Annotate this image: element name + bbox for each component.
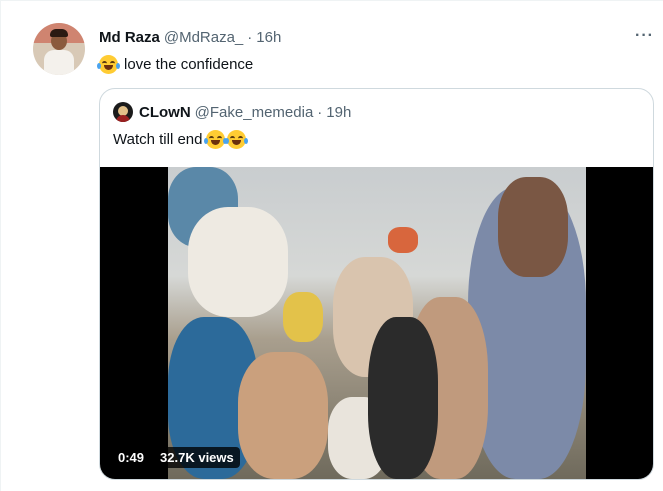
video-duration: 0:49 (112, 447, 151, 468)
quoted-tweet-text: Watch till end (113, 130, 249, 149)
dot-separator: · (247, 29, 253, 46)
quoted-tweet[interactable]: CLowN @Fake_memedia · 19h Watch till end (99, 88, 654, 480)
author-name[interactable]: Md Raza (99, 29, 160, 46)
joy-emoji-icon (97, 55, 120, 74)
quoted-tweet-body: Watch till end (113, 131, 203, 148)
joy-emoji-icon (225, 130, 249, 149)
quoted-tweet-header: CLowN @Fake_memedia · 19h (139, 104, 351, 121)
quoted-author-handle: @Fake_memedia (194, 104, 314, 121)
joy-emoji-icon (204, 130, 228, 149)
tweet-body: love the confidence (124, 56, 254, 73)
author-avatar[interactable] (33, 23, 85, 75)
tweet-header: Md Raza @MdRaza_ · 16h (99, 29, 281, 46)
dot-separator: · (317, 104, 323, 121)
quoted-tweet-timestamp: 19h (326, 104, 352, 121)
quoted-author-name: CLowN (139, 104, 191, 121)
tweet-timestamp[interactable]: 16h (256, 29, 281, 46)
quoted-author-avatar (113, 102, 133, 122)
author-handle[interactable]: @MdRaza_ (164, 29, 243, 46)
tweet[interactable]: Md Raza @MdRaza_ · 16h ··· love the conf… (0, 0, 663, 491)
video-player[interactable]: 0:49 32.7K views (100, 167, 653, 479)
more-options-icon[interactable]: ··· (635, 27, 654, 45)
tweet-text: love the confidence (97, 55, 254, 74)
video-view-count: 32.7K views (154, 447, 240, 468)
video-overlay: 0:49 32.7K views (112, 447, 240, 468)
video-frame[interactable] (168, 167, 586, 479)
avatar-hair (50, 29, 68, 37)
avatar-shirt (44, 50, 74, 75)
